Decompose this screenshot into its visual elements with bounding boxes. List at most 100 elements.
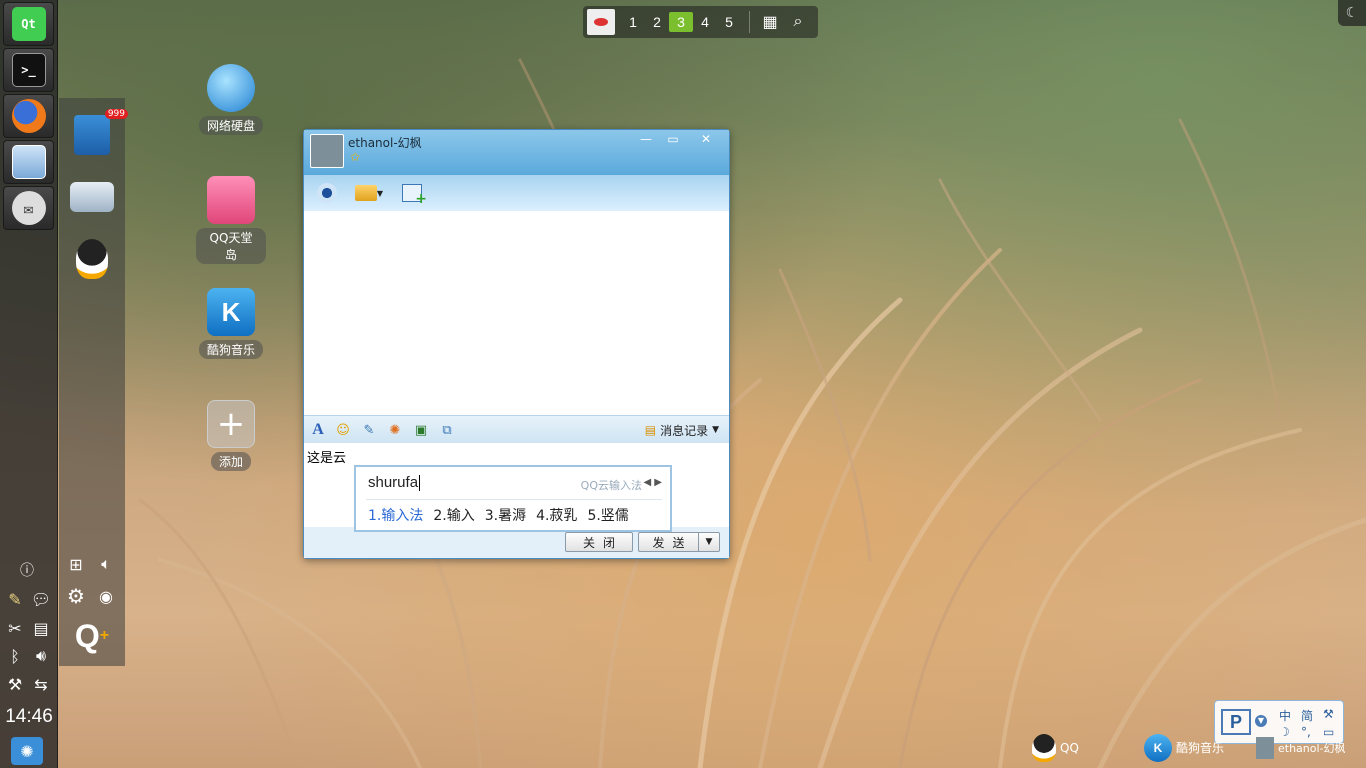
kugou-icon: K [207,288,255,336]
palette-icon[interactable]: ◉ [94,584,118,608]
message-area[interactable] [304,211,729,415]
grid-icon[interactable]: ▦ [758,12,782,32]
send-button[interactable]: 发送 [638,532,698,552]
terminal-button[interactable]: >_ [3,48,54,92]
workspace-1[interactable]: 1 [621,12,645,32]
qq-paradise-icon [207,176,255,224]
qt-icon: Qt [11,7,46,41]
task-label: ethanol-幻枫 [1278,741,1346,755]
terminal-icon: >_ [11,53,46,87]
ime-candidates: 1.输入法 2.输入 3.暑溽 4.菽乳 5.竖儒 [368,505,629,525]
app-store-button[interactable]: 999 [69,109,128,158]
workspace-preview[interactable] [587,9,615,35]
ime-page-arrows[interactable]: ◀ ▶ [643,477,662,488]
workspace-4[interactable]: 4 [693,12,717,32]
minimize-button[interactable]: — [634,132,658,148]
avatar [1256,736,1274,759]
task-qq[interactable]: QQ [1032,727,1079,768]
bluetooth-icon[interactable]: ᛒ [3,644,27,668]
image-icon[interactable]: ▣ [412,421,430,439]
shopping-bag-icon: 999 [74,109,128,155]
send-options-button[interactable]: ▼ [698,532,720,552]
chat-titlebar[interactable]: ethanol-幻枫 ✩ — ▭ ✕ [304,130,729,175]
webcam-icon[interactable] [314,180,340,206]
task-label: QQ [1060,740,1079,755]
moon-icon[interactable]: ☾ [1338,0,1366,26]
notification-badge: 999 [104,109,128,119]
text-caret [419,475,421,492]
file-manager-button[interactable] [3,140,54,184]
ime-toggle-icon[interactable]: ⊞ [64,552,88,576]
history-button[interactable]: ▤ 消息记录 ▼ [645,421,719,439]
pencil-icon[interactable]: ✎ [3,587,27,611]
qq-button[interactable] [69,236,115,282]
screenshot-icon[interactable]: ⧉ [438,421,456,439]
ime-candidate[interactable]: 5.竖儒 [587,505,628,525]
task-kugou[interactable]: K 酷狗音乐 [1144,727,1224,768]
ime-candidate[interactable]: 2.输入 [433,505,474,525]
chevron-down-icon[interactable]: ▼ [1255,715,1267,727]
qq-penguin-icon [76,239,108,279]
file-manager-icon [11,145,46,179]
wrench-icon[interactable]: ⚒ [1323,707,1334,721]
desktop-icon-label: QQ天堂岛 [196,228,266,264]
cloud-drive-icon [70,182,114,212]
desktop-icon-label: 酷狗音乐 [198,340,263,359]
chat-toolbar: ▼ + [304,175,729,211]
workspace-5[interactable]: 5 [717,12,741,32]
ime-composition-text: shurufa [368,474,419,491]
desktop-icon-add[interactable]: + 添加 [196,400,266,471]
system-tools: ⓘ ⊞ 🔈︎ ✎ 💬︎ ⚙ ◉ ✂ ▤ ᛒ 🔊︎ ⚒ ⇆ Q + [0,548,125,694]
edit-icon[interactable]: ✎ [360,421,378,439]
speech-bubble-icon[interactable]: 💬︎ [29,587,53,611]
ime-script[interactable]: 简 [1301,707,1313,724]
avatar[interactable] [310,134,344,168]
chevron-down-icon: ▼ [712,425,719,435]
chat-app-button[interactable]: ✉ [3,186,54,230]
close-button[interactable]: 关闭 [565,532,633,552]
desktop-icon-kugou[interactable]: K 酷狗音乐 [196,288,266,359]
usb-icon[interactable]: ⇆ [29,672,53,696]
font-icon[interactable]: A [309,421,327,439]
shake-icon[interactable]: ✺ [386,421,404,439]
task-chat[interactable]: ethanol-幻枫 [1256,727,1346,768]
ime-composition: shurufa [368,474,421,492]
task-label: 酷狗音乐 [1176,741,1225,755]
desktop-icon-label: 网络硬盘 [198,116,263,135]
clock: 14:46 [5,706,53,727]
qq-penguin-icon [1032,733,1056,762]
maximize-button[interactable]: ▭ [661,132,685,148]
desktop-icon-network-disk[interactable]: 网络硬盘 [196,64,266,135]
qt-launcher-button[interactable]: Qt [3,2,54,46]
workspace-3[interactable]: 3 [669,12,693,32]
format-toolbar: A ☺ ✎ ✺ ▣ ⧉ ▤ 消息记录 ▼ [304,415,729,443]
ime-candidate-window: shurufa QQ云输入法 ◀ ▶ 1.输入法 2.输入 3.暑溽 4.菽乳 … [354,465,672,532]
volume-icon[interactable]: 🔊︎ [29,644,53,668]
ime-candidate[interactable]: 3.暑溽 [485,505,526,525]
firefox-button[interactable] [3,94,54,138]
gear-icon[interactable]: ⚙ [64,584,88,608]
send-file-icon[interactable]: ▼ [352,180,386,206]
close-icon[interactable]: ✕ [694,132,718,148]
q-plus-icon[interactable]: Q + [70,616,114,656]
scissors-icon[interactable]: ✂ [3,616,27,640]
info-icon[interactable]: ⓘ [15,558,39,582]
workspace-2[interactable]: 2 [645,12,669,32]
wrench-icon[interactable]: ⚒ [3,672,27,696]
desktop-icon-qq-paradise[interactable]: QQ天堂岛 [196,176,266,264]
taskbar: QQ K 酷狗音乐 ethanol-幻枫 [1024,727,1366,768]
star-icon: ✩ [350,150,361,164]
desktop-icon-label: 添加 [210,452,251,471]
ime-candidate[interactable]: 1.输入法 [368,505,423,525]
start-menu-button[interactable]: ✺ [11,737,43,765]
add-group-icon[interactable]: + [399,180,427,207]
ime-candidate[interactable]: 4.菽乳 [536,505,577,525]
network-disk-icon [207,64,255,112]
swirl-icon: ✺ [20,741,34,761]
clipboard-icon[interactable]: ▤ [29,616,53,640]
ime-mode[interactable]: 中 [1279,707,1291,724]
cloud-drive-button[interactable] [69,174,115,220]
search-icon[interactable]: ⌕ [786,12,810,32]
emoji-icon[interactable]: ☺ [334,421,352,439]
volume-small-icon[interactable]: 🔈︎ [94,552,118,576]
